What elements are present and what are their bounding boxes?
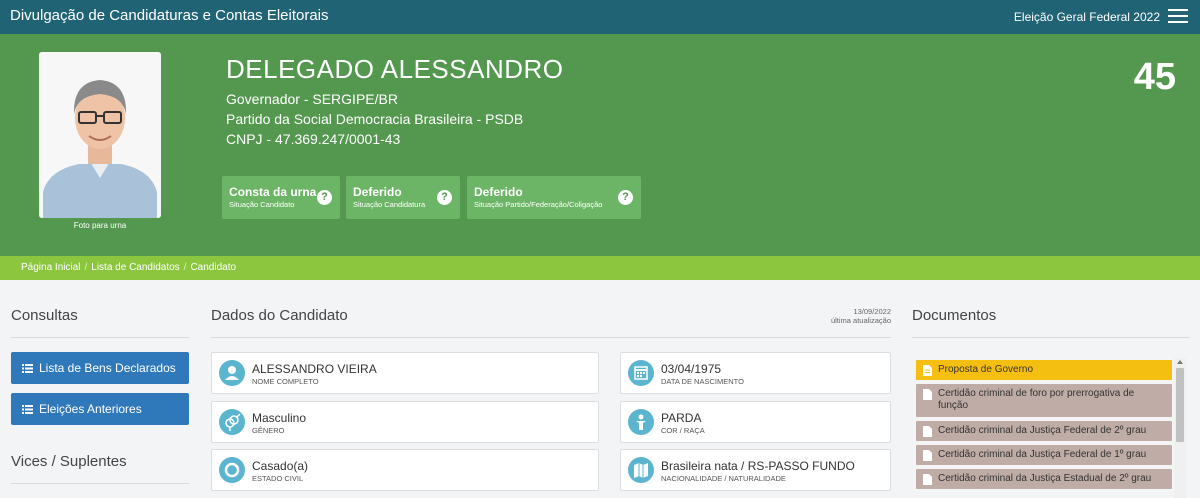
breadcrumb-current: Candidato [190, 262, 237, 273]
card-label: COR / RAÇA [661, 426, 705, 435]
file-icon [923, 450, 932, 461]
election-label: Eleição Geral Federal 2022 [1013, 10, 1160, 24]
card-label: NOME COMPLETO [252, 377, 319, 386]
breadcrumb: Página Inicial / Lista de Candidatos / Candi… [0, 256, 1200, 280]
document-label: Certidão criminal da Justiça Estadual de… [938, 473, 1152, 484]
document-label: Certidão criminal de foro por prerrogati… [938, 388, 1135, 411]
divider [211, 337, 891, 338]
dados-candidato-title: Dados do Candidato [211, 307, 348, 324]
status-subtitle: Situação Partido/Federação/Coligação [474, 200, 603, 209]
candidate-office: Governador - SERGIPE/BR [226, 91, 398, 107]
breadcrumb-separator: / [84, 262, 88, 273]
vices-suplentes-title: Vices / Suplentes [11, 453, 127, 470]
consultas-title: Consultas [11, 307, 78, 324]
file-icon [923, 365, 932, 376]
document-item[interactable]: Certidão criminal da Justiça Federal de … [916, 445, 1172, 465]
document-label: Certidão criminal da Justiça Federal de … [938, 449, 1147, 460]
document-label: Certidão criminal da Justiça Federal de … [938, 425, 1147, 436]
map-icon [628, 457, 654, 483]
divider [11, 337, 189, 338]
file-icon [923, 474, 932, 485]
card-cor-raca: PARDA COR / RAÇA [620, 401, 891, 443]
last-updated: 13/09/2022 última atualização [831, 307, 891, 325]
app-title[interactable]: Divulgação de Candidaturas e Contas Elei… [10, 7, 329, 24]
bens-declarados-label: Lista de Bens Declarados [39, 361, 176, 375]
candidate-photo [39, 52, 161, 218]
card-genero: Masculino GÊNERO [211, 401, 599, 443]
status-candidatura: Deferido Situação Candidatura ? [346, 176, 460, 219]
user-icon [219, 360, 245, 386]
gender-icon [219, 409, 245, 435]
candidate-number: 45 [1133, 56, 1176, 98]
help-icon[interactable]: ? [618, 190, 633, 205]
candidate-cnpj: CNPJ - 47.369.247/0001-43 [226, 131, 401, 147]
document-item[interactable]: Proposta de Governo [916, 360, 1172, 380]
divider [11, 483, 189, 484]
document-item[interactable]: Certidão criminal da Justiça Estadual de… [916, 469, 1172, 489]
card-nome-completo: ALESSANDRO VIEIRA NOME COMPLETO [211, 352, 599, 394]
photo-caption: Foto para urna [73, 221, 127, 230]
top-bar: Divulgação de Candidaturas e Contas Elei… [0, 0, 1200, 34]
eleicoes-anteriores-label: Eleições Anteriores [39, 402, 142, 416]
documentos-title: Documentos [912, 307, 997, 324]
hamburger-menu-icon[interactable] [1168, 9, 1188, 25]
card-value: Casado(a) [252, 459, 309, 473]
breadcrumb-separator: / [183, 262, 187, 273]
help-icon[interactable]: ? [437, 190, 452, 205]
candidate-party: Partido da Social Democracia Brasileira … [226, 111, 524, 127]
status-partido: Deferido Situação Partido/Federação/Coli… [467, 176, 641, 219]
ring-icon [219, 457, 245, 483]
card-label: NACIONALIDADE / NATURALIDADE [661, 474, 786, 483]
breadcrumb-home[interactable]: Página Inicial [21, 262, 80, 273]
scroll-up-arrow-icon[interactable] [1177, 360, 1183, 364]
list-icon [22, 364, 33, 373]
help-icon[interactable]: ? [317, 190, 332, 205]
card-label: GÊNERO [252, 426, 285, 435]
status-title: Deferido [474, 185, 523, 199]
card-value: Masculino [252, 411, 307, 425]
updated-label: última atualização [830, 316, 891, 325]
document-item[interactable]: Certidão criminal da Justiça Federal de … [916, 421, 1172, 441]
candidate-header: Foto para urna DELEGADO ALESSANDRO Gover… [0, 34, 1200, 256]
file-icon [923, 426, 932, 437]
candidate-name: DELEGADO ALESSANDRO [226, 54, 564, 84]
status-candidato: Consta da urna Situação Candidato ? [222, 176, 340, 219]
scrollbar-thumb[interactable] [1176, 368, 1184, 442]
document-item[interactable]: Certidão criminal de foro por prerrogati… [916, 384, 1172, 417]
card-data-nascimento: 03/04/1975 DATA DE NASCIMENTO [620, 352, 891, 394]
breadcrumb-candidate-list[interactable]: Lista de Candidatos [91, 262, 179, 273]
bens-declarados-button[interactable]: Lista de Bens Declarados [11, 352, 189, 384]
documents-list: Proposta de Governo Certidão criminal de… [913, 358, 1187, 498]
list-icon [22, 405, 33, 414]
card-label: ESTADO CIVIL [252, 474, 304, 483]
file-icon [923, 389, 932, 400]
divider [912, 337, 1190, 338]
card-nacionalidade: Brasileira nata / RS-PASSO FUNDO NACIONA… [620, 449, 891, 491]
updated-date: 13/09/2022 [853, 307, 891, 316]
card-value: ALESSANDRO VIEIRA [252, 362, 377, 376]
card-estado-civil: Casado(a) ESTADO CIVIL [211, 449, 599, 491]
calendar-icon [628, 360, 654, 386]
card-value: 03/04/1975 [661, 362, 722, 376]
eleicoes-anteriores-button[interactable]: Eleições Anteriores [11, 393, 189, 425]
card-value: PARDA [661, 411, 702, 425]
document-label: Proposta de Governo [938, 364, 1034, 375]
card-value: Brasileira nata / RS-PASSO FUNDO [661, 459, 855, 473]
documents-scrollbar[interactable] [1174, 358, 1186, 498]
card-label: DATA DE NASCIMENTO [661, 377, 744, 386]
person-icon [628, 409, 654, 435]
